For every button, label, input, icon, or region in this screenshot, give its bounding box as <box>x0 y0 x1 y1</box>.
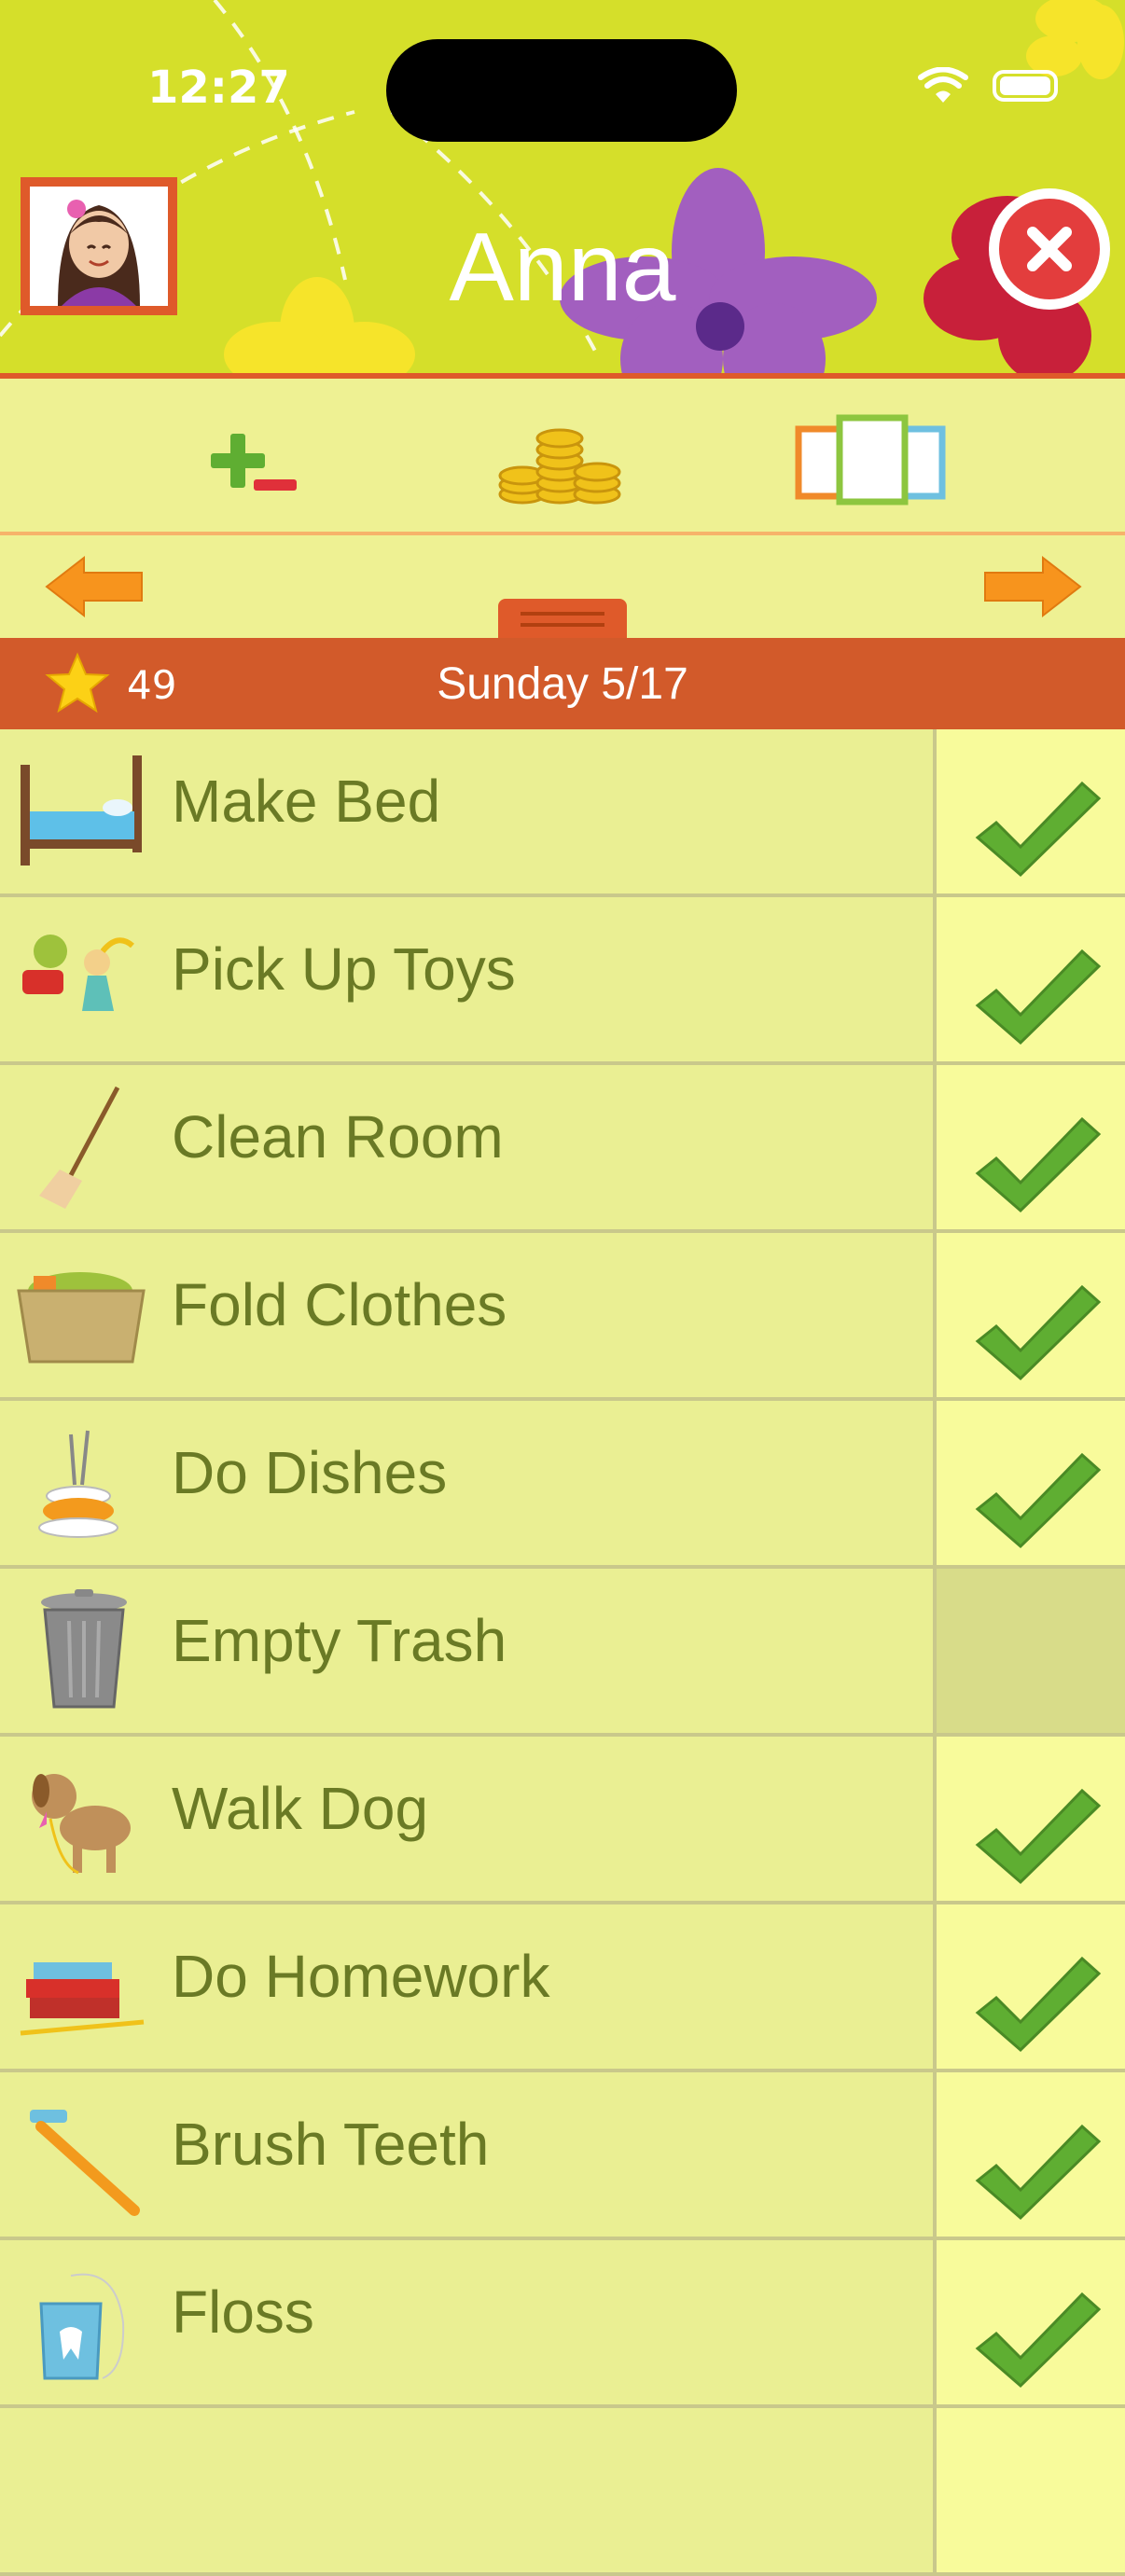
chore-check-toggle[interactable] <box>933 2408 1125 2572</box>
chore-row[interactable]: Do Homework <box>0 1904 1125 2072</box>
previous-day-button[interactable] <box>43 554 146 623</box>
chore-check-toggle[interactable] <box>933 1401 1125 1565</box>
laundry-basket-icon <box>17 1272 146 1364</box>
status-time: 12:27 <box>147 62 290 114</box>
chore-label: Do Homework <box>172 1943 550 2010</box>
books-icon <box>20 1962 145 2036</box>
battery-icon <box>993 70 1058 102</box>
drawer-handle[interactable] <box>498 599 627 642</box>
checkmark-icon <box>975 1452 1102 1549</box>
chore-row[interactable]: Pick Up Toys <box>0 897 1125 1065</box>
arrow-right-icon <box>984 555 1082 618</box>
status-icons <box>918 67 1058 104</box>
chore-check-toggle[interactable] <box>933 897 1125 1061</box>
chore-label: Empty Trash <box>172 1607 507 1674</box>
app-header: 12:27 Anna <box>0 0 1125 379</box>
chore-label: Do Dishes <box>172 1439 448 1506</box>
checkmark-icon <box>975 1284 1102 1381</box>
dog-icon <box>32 1774 131 1875</box>
chore-row[interactable]: Clean Room <box>0 1065 1125 1233</box>
date-bar: 49 Sunday 5/17 <box>0 638 1125 729</box>
chore-check-toggle[interactable] <box>933 1737 1125 1901</box>
toolbar <box>0 384 1125 535</box>
chore-row[interactable]: Fold Clothes <box>0 1233 1125 1401</box>
arrow-left-icon <box>45 555 143 618</box>
chore-row[interactable]: Do Dishes <box>0 1401 1125 1569</box>
rewards-button[interactable] <box>494 409 625 520</box>
dishes-icon <box>38 1430 118 1538</box>
chore-row[interactable]: Floss <box>0 2240 1125 2408</box>
broom-icon <box>39 1086 120 1209</box>
chore-check-toggle[interactable] <box>933 1233 1125 1397</box>
chore-label: Floss <box>172 2278 314 2346</box>
date-nav <box>0 535 1125 642</box>
close-button[interactable] <box>989 188 1110 310</box>
add-subtract-points-button[interactable] <box>188 409 319 520</box>
chore-list: Make Bed Pick Up Toys Clean Room Fold Cl… <box>0 729 1125 2576</box>
child-name: Anna <box>449 214 676 322</box>
checkmark-icon <box>975 2292 1102 2389</box>
coins-icon <box>498 428 621 505</box>
chore-label: Walk Dog <box>172 1775 429 1842</box>
chore-check-toggle[interactable] <box>933 2072 1125 2237</box>
toothbrush-icon <box>30 2110 140 2216</box>
cards-icon <box>795 414 946 506</box>
chore-check-toggle[interactable] <box>933 729 1125 893</box>
wifi-icon <box>918 67 968 103</box>
chore-check-toggle[interactable] <box>933 2240 1125 2404</box>
chore-label: Pick Up Toys <box>172 935 516 1003</box>
toys-icon <box>22 935 134 1011</box>
chore-label: Fold Clothes <box>172 1271 507 1338</box>
checkmark-icon <box>975 949 1102 1046</box>
checkmark-icon <box>975 2124 1102 2221</box>
checkmark-icon <box>975 1116 1102 1213</box>
chore-check-toggle[interactable] <box>933 1569 1125 1733</box>
chore-row[interactable] <box>0 2408 1125 2576</box>
floss-icon <box>39 2273 125 2380</box>
chore-row[interactable]: Make Bed <box>0 729 1125 897</box>
chore-check-toggle[interactable] <box>933 1065 1125 1229</box>
chore-check-toggle[interactable] <box>933 1904 1125 2069</box>
cards-button[interactable] <box>791 409 946 520</box>
plus-minus-icon <box>211 434 297 491</box>
next-day-button[interactable] <box>981 554 1084 623</box>
trash-can-icon <box>41 1589 127 1709</box>
chore-label: Clean Room <box>172 1103 504 1170</box>
chore-label: Brush Teeth <box>172 2111 490 2178</box>
chore-row[interactable]: Brush Teeth <box>0 2072 1125 2240</box>
chore-row[interactable]: Empty Trash <box>0 1569 1125 1737</box>
current-date: Sunday 5/17 <box>437 659 688 709</box>
bed-icon <box>21 755 142 866</box>
chore-row[interactable]: Walk Dog <box>0 1737 1125 1904</box>
checkmark-icon <box>975 1956 1102 2053</box>
checkmark-icon <box>975 781 1102 878</box>
checkmark-icon <box>975 1788 1102 1885</box>
dynamic-island <box>386 39 737 142</box>
chore-label: Make Bed <box>172 768 441 835</box>
close-icon <box>1027 227 1072 271</box>
